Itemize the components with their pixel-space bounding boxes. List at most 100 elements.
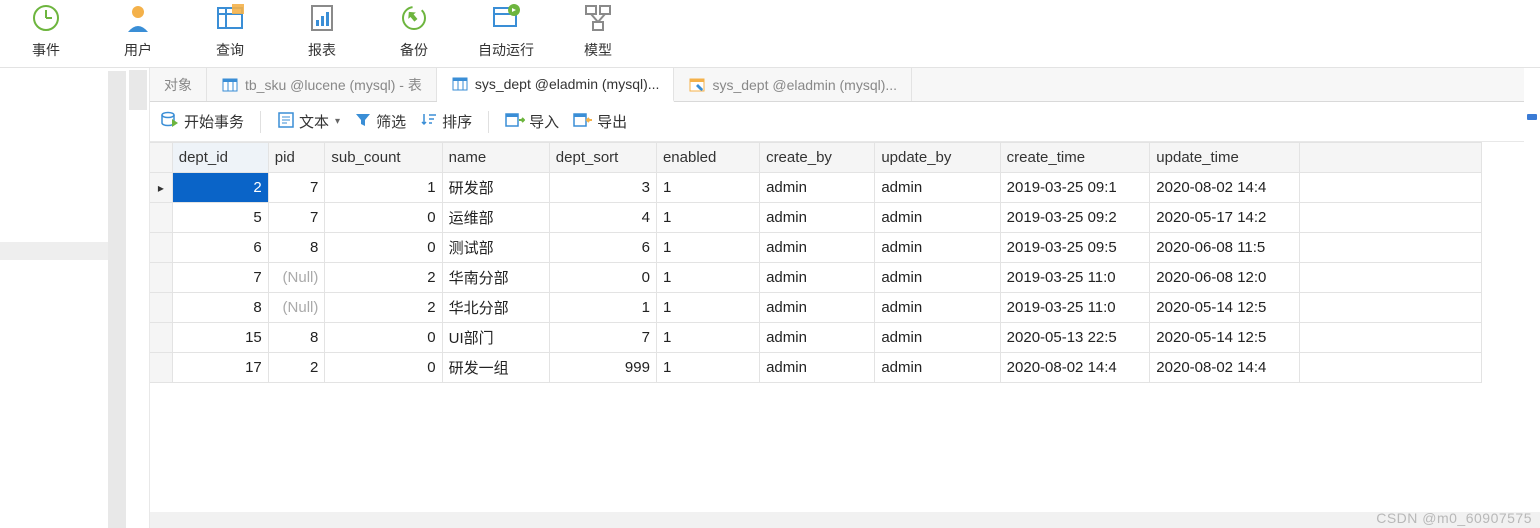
cell-sub_count[interactable]: 0 — [325, 233, 442, 263]
cell-create_time[interactable]: 2019-03-25 09:5 — [1000, 233, 1150, 263]
tab-sysdept-data[interactable]: sys_dept @eladmin (mysql)... — [437, 68, 675, 102]
col-header[interactable]: pid — [268, 143, 325, 173]
cell-dept_id[interactable]: 5 — [172, 203, 268, 233]
col-header[interactable]: update_by — [875, 143, 1000, 173]
cell-enabled[interactable]: 1 — [656, 233, 759, 263]
cell-dept_sort[interactable]: 1 — [549, 293, 656, 323]
cell-name[interactable]: 华北分部 — [442, 293, 549, 323]
sort-button[interactable]: 排序 — [420, 111, 472, 133]
cell-enabled[interactable]: 1 — [656, 173, 759, 203]
col-header[interactable]: enabled — [656, 143, 759, 173]
cell-name[interactable]: UI部门 — [442, 323, 549, 353]
cell-update_time[interactable]: 2020-05-14 12:5 — [1150, 323, 1300, 353]
cell-update_time[interactable]: 2020-08-02 14:4 — [1150, 173, 1300, 203]
cell-dept_id[interactable]: 6 — [172, 233, 268, 263]
tab-objects[interactable]: 对象 — [150, 68, 207, 101]
cell-enabled[interactable]: 1 — [656, 293, 759, 323]
cell-pid[interactable]: 8 — [268, 323, 325, 353]
col-header[interactable]: create_by — [760, 143, 875, 173]
cell-pid[interactable]: 8 — [268, 233, 325, 263]
cell-dept_sort[interactable]: 4 — [549, 203, 656, 233]
left-scrollbar[interactable] — [108, 71, 126, 528]
cell-sub_count[interactable]: 0 — [325, 323, 442, 353]
col-header[interactable]: update_time — [1150, 143, 1300, 173]
toolbar-autorun[interactable]: 自动运行 — [460, 0, 552, 60]
cell-dept_id[interactable]: 7 — [172, 263, 268, 293]
col-header[interactable]: dept_id — [172, 143, 268, 173]
col-header[interactable]: dept_sort — [549, 143, 656, 173]
cell-dept_sort[interactable]: 3 — [549, 173, 656, 203]
cell-dept_sort[interactable]: 0 — [549, 263, 656, 293]
cell-create_by[interactable]: admin — [760, 353, 875, 383]
cell-create_time[interactable]: 2020-08-02 14:4 — [1000, 353, 1150, 383]
col-header[interactable]: sub_count — [325, 143, 442, 173]
cell-name[interactable]: 运维部 — [442, 203, 549, 233]
toolbar-query[interactable]: 查询 — [184, 0, 276, 60]
cell-create_by[interactable]: admin — [760, 263, 875, 293]
cell-enabled[interactable]: 1 — [656, 203, 759, 233]
cell-create_time[interactable]: 2019-03-25 11:0 — [1000, 263, 1150, 293]
row-selector-header[interactable] — [150, 143, 172, 173]
cell-dept_id[interactable]: 15 — [172, 323, 268, 353]
cell-dept_sort[interactable]: 999 — [549, 353, 656, 383]
tab-tbsku[interactable]: tb_sku @lucene (mysql) - 表 — [207, 68, 437, 101]
cell-name[interactable]: 测试部 — [442, 233, 549, 263]
cell-update_by[interactable]: admin — [875, 173, 1000, 203]
table-row[interactable]: 7(Null)2华南分部01adminadmin2019-03-25 11:02… — [150, 263, 1482, 293]
cell-pid[interactable]: 2 — [268, 353, 325, 383]
cell-create_by[interactable]: admin — [760, 233, 875, 263]
export-button[interactable]: 导出 — [573, 111, 627, 133]
toolbar-user[interactable]: 用户 — [92, 0, 184, 60]
content-scrollbar[interactable] — [126, 68, 150, 528]
cell-create_time[interactable]: 2019-03-25 11:0 — [1000, 293, 1150, 323]
row-selector[interactable] — [150, 353, 172, 383]
col-header[interactable]: create_time — [1000, 143, 1150, 173]
cell-sub_count[interactable]: 0 — [325, 203, 442, 233]
cell-pid[interactable]: (Null) — [268, 293, 325, 323]
data-grid[interactable]: dept_id pid sub_count name dept_sort ena… — [150, 142, 1540, 528]
cell-update_by[interactable]: admin — [875, 293, 1000, 323]
cell-sub_count[interactable]: 1 — [325, 173, 442, 203]
cell-create_by[interactable]: admin — [760, 293, 875, 323]
begin-transaction-button[interactable]: 开始事务 — [160, 110, 244, 134]
row-selector[interactable] — [150, 173, 172, 203]
cell-create_by[interactable]: admin — [760, 173, 875, 203]
cell-update_by[interactable]: admin — [875, 263, 1000, 293]
cell-enabled[interactable]: 1 — [656, 263, 759, 293]
cell-create_time[interactable]: 2020-05-13 22:5 — [1000, 323, 1150, 353]
cell-update_time[interactable]: 2020-06-08 11:5 — [1150, 233, 1300, 263]
table-row[interactable]: 680测试部61adminadmin2019-03-25 09:52020-06… — [150, 233, 1482, 263]
import-button[interactable]: 导入 — [505, 111, 559, 133]
cell-sub_count[interactable]: 2 — [325, 293, 442, 323]
filter-button[interactable]: 筛选 — [354, 111, 406, 133]
table-row[interactable]: 8(Null)2华北分部11adminadmin2019-03-25 11:02… — [150, 293, 1482, 323]
cell-update_time[interactable]: 2020-05-17 14:2 — [1150, 203, 1300, 233]
cell-update_by[interactable]: admin — [875, 233, 1000, 263]
cell-dept_id[interactable]: 8 — [172, 293, 268, 323]
cell-update_time[interactable]: 2020-05-14 12:5 — [1150, 293, 1300, 323]
cell-sub_count[interactable]: 2 — [325, 263, 442, 293]
cell-update_time[interactable]: 2020-06-08 12:0 — [1150, 263, 1300, 293]
cell-create_time[interactable]: 2019-03-25 09:1 — [1000, 173, 1150, 203]
cell-update_time[interactable]: 2020-08-02 14:4 — [1150, 353, 1300, 383]
row-selector[interactable] — [150, 203, 172, 233]
cell-create_by[interactable]: admin — [760, 323, 875, 353]
cell-update_by[interactable]: admin — [875, 203, 1000, 233]
cell-dept_sort[interactable]: 6 — [549, 233, 656, 263]
toolbar-backup[interactable]: 备份 — [368, 0, 460, 60]
cell-update_by[interactable]: admin — [875, 323, 1000, 353]
cell-sub_count[interactable]: 0 — [325, 353, 442, 383]
cell-pid[interactable]: (Null) — [268, 263, 325, 293]
cell-create_time[interactable]: 2019-03-25 09:2 — [1000, 203, 1150, 233]
text-button[interactable]: 文本 — [277, 111, 340, 133]
row-selector[interactable] — [150, 293, 172, 323]
toolbar-report[interactable]: 报表 — [276, 0, 368, 60]
cell-enabled[interactable]: 1 — [656, 353, 759, 383]
col-header[interactable]: name — [442, 143, 549, 173]
cell-pid[interactable]: 7 — [268, 173, 325, 203]
cell-dept_sort[interactable]: 7 — [549, 323, 656, 353]
table-row[interactable]: 1720研发一组9991adminadmin2020-08-02 14:4202… — [150, 353, 1482, 383]
tab-sysdept-design[interactable]: sys_dept @eladmin (mysql)... — [674, 68, 912, 101]
cell-name[interactable]: 华南分部 — [442, 263, 549, 293]
toolbar-model[interactable]: 模型 — [552, 0, 644, 60]
